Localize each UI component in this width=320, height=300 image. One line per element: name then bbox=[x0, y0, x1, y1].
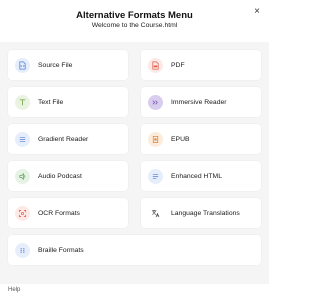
option-label: EPUB bbox=[171, 135, 190, 143]
formats-grid: Source File PDF Text File Immersive Read… bbox=[0, 42, 269, 284]
option-label: Braille Formats bbox=[38, 246, 84, 254]
dialog-subtitle: Welcome to the Course.html bbox=[91, 22, 178, 29]
enhanced-html-option[interactable]: Enhanced HTML bbox=[141, 161, 261, 191]
option-label: Enhanced HTML bbox=[171, 172, 223, 180]
html-icon bbox=[148, 168, 163, 184]
option-label: Language Translations bbox=[171, 209, 240, 217]
audio-icon bbox=[15, 168, 30, 184]
ocr-icon bbox=[15, 205, 30, 221]
option-label: OCR Formats bbox=[38, 209, 80, 217]
ocr-formats-option[interactable]: OCR Formats bbox=[8, 198, 128, 228]
immersive-reader-option[interactable]: Immersive Reader bbox=[141, 87, 261, 117]
alternative-formats-dialog: Alternative Formats Menu Welcome to the … bbox=[0, 0, 269, 300]
option-label: Immersive Reader bbox=[171, 98, 227, 106]
language-translations-option[interactable]: Language Translations bbox=[141, 198, 261, 228]
braille-icon bbox=[15, 242, 30, 258]
option-label: Audio Podcast bbox=[38, 172, 82, 180]
dialog-header: Alternative Formats Menu Welcome to the … bbox=[0, 0, 269, 40]
pdf-file-icon bbox=[148, 57, 163, 73]
text-file-option[interactable]: Text File bbox=[8, 87, 128, 117]
help-link[interactable]: Help bbox=[8, 287, 20, 293]
gradient-reader-icon bbox=[15, 131, 30, 147]
epub-icon bbox=[148, 131, 163, 147]
immersive-reader-icon bbox=[148, 94, 163, 110]
option-label: PDF bbox=[171, 61, 185, 69]
gradient-reader-option[interactable]: Gradient Reader bbox=[8, 124, 128, 154]
audio-podcast-option[interactable]: Audio Podcast bbox=[8, 161, 128, 191]
close-icon[interactable]: × bbox=[251, 5, 263, 17]
option-label: Gradient Reader bbox=[38, 135, 89, 143]
pdf-option[interactable]: PDF bbox=[141, 50, 261, 80]
braille-formats-option[interactable]: Braille Formats bbox=[8, 235, 261, 265]
translate-icon bbox=[148, 205, 163, 221]
dialog-title: Alternative Formats Menu bbox=[76, 10, 193, 21]
epub-option[interactable]: EPUB bbox=[141, 124, 261, 154]
source-file-option[interactable]: Source File bbox=[8, 50, 128, 80]
code-file-icon bbox=[15, 57, 30, 73]
option-label: Source File bbox=[38, 61, 73, 69]
option-label: Text File bbox=[38, 98, 64, 106]
text-icon bbox=[15, 94, 30, 110]
